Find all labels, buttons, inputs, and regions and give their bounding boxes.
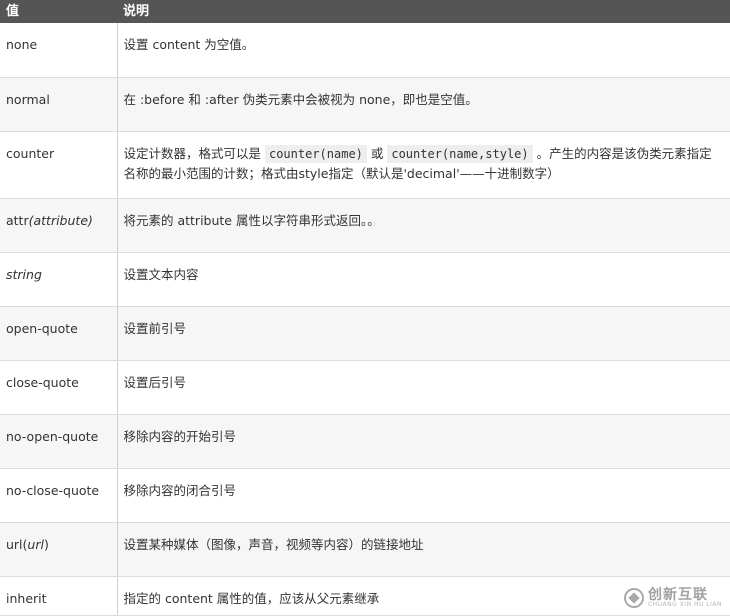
value-cell: normal [0, 77, 118, 132]
table-row: normal 在 :before 和 :after 伪类元素中会被视为 none… [0, 77, 730, 132]
code-counter-name-style: counter(name,style) [387, 144, 533, 163]
table-row: open-quote 设置前引号 [0, 306, 730, 361]
content-values-table: 值 说明 none 设置 content 为空值。 normal 在 :befo… [0, 0, 730, 616]
value-cell: no-close-quote [0, 468, 118, 523]
table-row: no-open-quote 移除内容的开始引号 [0, 414, 730, 469]
description-cell: 设置前引号 [117, 306, 730, 361]
value-cell: attr(attribute) [0, 198, 118, 253]
description-cell: 设定计数器，格式可以是 counter(name) 或 counter(name… [117, 131, 730, 199]
value-cell: url(url) [0, 522, 118, 577]
description-cell: 在 :before 和 :after 伪类元素中会被视为 none，即也是空值。 [117, 77, 730, 132]
header-value: 值 [0, 0, 117, 23]
value-cell: string [0, 252, 118, 307]
value-cell: no-open-quote [0, 414, 118, 469]
description-cell: 设置 content 为空值。 [117, 23, 730, 78]
table-row: none 设置 content 为空值。 [0, 23, 730, 78]
value-cell: none [0, 23, 118, 78]
watermark-cn: 创新互联 [647, 587, 708, 603]
watermark-logo: 创新互联 CHUANG XIN HU LIAN [623, 587, 722, 608]
table-row: string 设置文本内容 [0, 252, 730, 307]
code-counter-name: counter(name) [264, 144, 367, 163]
description-cell: 设置后引号 [117, 360, 730, 415]
brand-logo-icon [623, 588, 644, 608]
header-description: 说明 [117, 0, 730, 23]
value-cell: counter [0, 131, 118, 199]
watermark-en: CHUANG XIN HU LIAN [647, 601, 722, 608]
table-row: url(url) 设置某种媒体（图像，声音，视频等内容）的链接地址 [0, 522, 730, 577]
table-row: counter 设定计数器，格式可以是 counter(name) 或 coun… [0, 131, 730, 199]
value-cell: inherit [0, 576, 118, 616]
table-row: close-quote 设置后引号 [0, 360, 730, 415]
description-cell: 移除内容的闭合引号 [117, 468, 730, 523]
description-cell: 设置文本内容 [117, 252, 730, 307]
description-cell: 移除内容的开始引号 [117, 414, 730, 469]
value-cell: open-quote [0, 306, 118, 361]
value-cell: close-quote [0, 360, 118, 415]
table-row: inherit 指定的 content 属性的值，应该从父元素继承 [0, 576, 730, 616]
table-row: no-close-quote 移除内容的闭合引号 [0, 468, 730, 523]
table-row: attr(attribute) 将元素的 attribute 属性以字符串形式返… [0, 198, 730, 253]
table-header-row: 值 说明 [0, 0, 730, 23]
description-cell: 设置某种媒体（图像，声音，视频等内容）的链接地址 [117, 522, 730, 577]
description-cell: 将元素的 attribute 属性以字符串形式返回。。 [117, 198, 730, 253]
